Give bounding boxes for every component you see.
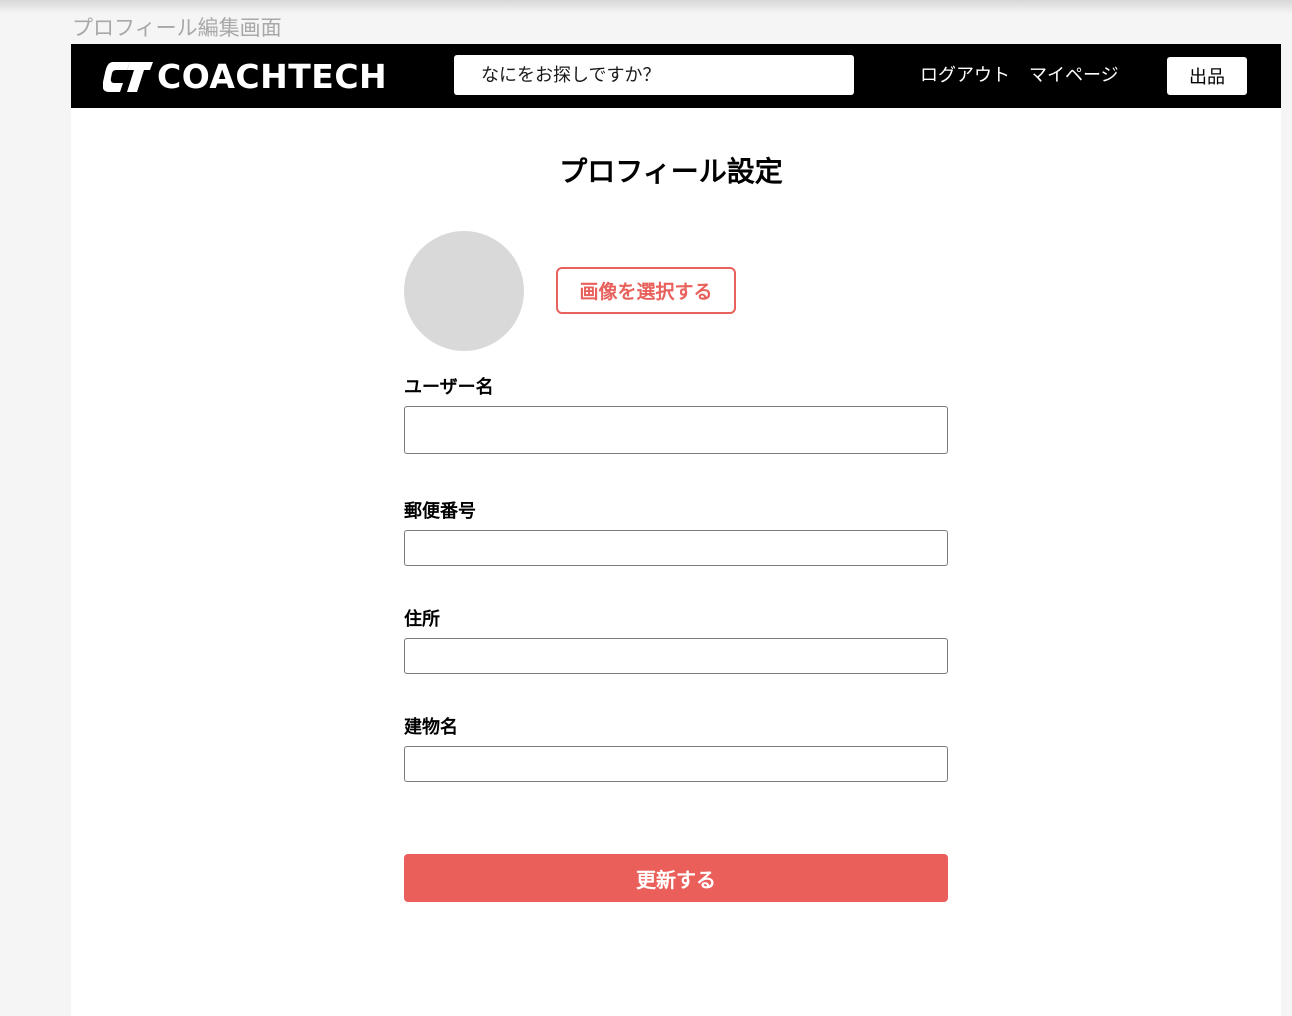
username-label: ユーザー名 [404, 377, 494, 398]
logo[interactable]: COACHTECH [103, 57, 388, 96]
frame-label: プロフィール編集画面 [72, 16, 282, 40]
logout-link[interactable]: ログアウト [920, 64, 1010, 88]
username-field[interactable] [404, 406, 948, 454]
header: COACHTECH ログアウト マイページ 出品 [71, 44, 1281, 108]
update-button[interactable]: 更新する [404, 854, 948, 902]
address-label: 住所 [404, 609, 440, 630]
logo-text: COACHTECH [157, 57, 388, 96]
postal-code-field[interactable] [404, 530, 948, 566]
address-field[interactable] [404, 638, 948, 674]
search-input[interactable] [454, 55, 854, 95]
select-image-button[interactable]: 画像を選択する [556, 267, 736, 314]
page-title: プロフィール設定 [559, 155, 783, 188]
sell-button[interactable]: 出品 [1167, 57, 1247, 95]
ct-logo-icon [103, 62, 153, 92]
building-field[interactable] [404, 746, 948, 782]
mypage-link[interactable]: マイページ [1029, 64, 1119, 88]
postal-code-label: 郵便番号 [404, 501, 476, 522]
page-frame: COACHTECH ログアウト マイページ 出品 プロフィール設定 画像を選択す… [71, 44, 1281, 1016]
avatar [404, 231, 524, 351]
building-label: 建物名 [404, 717, 458, 738]
